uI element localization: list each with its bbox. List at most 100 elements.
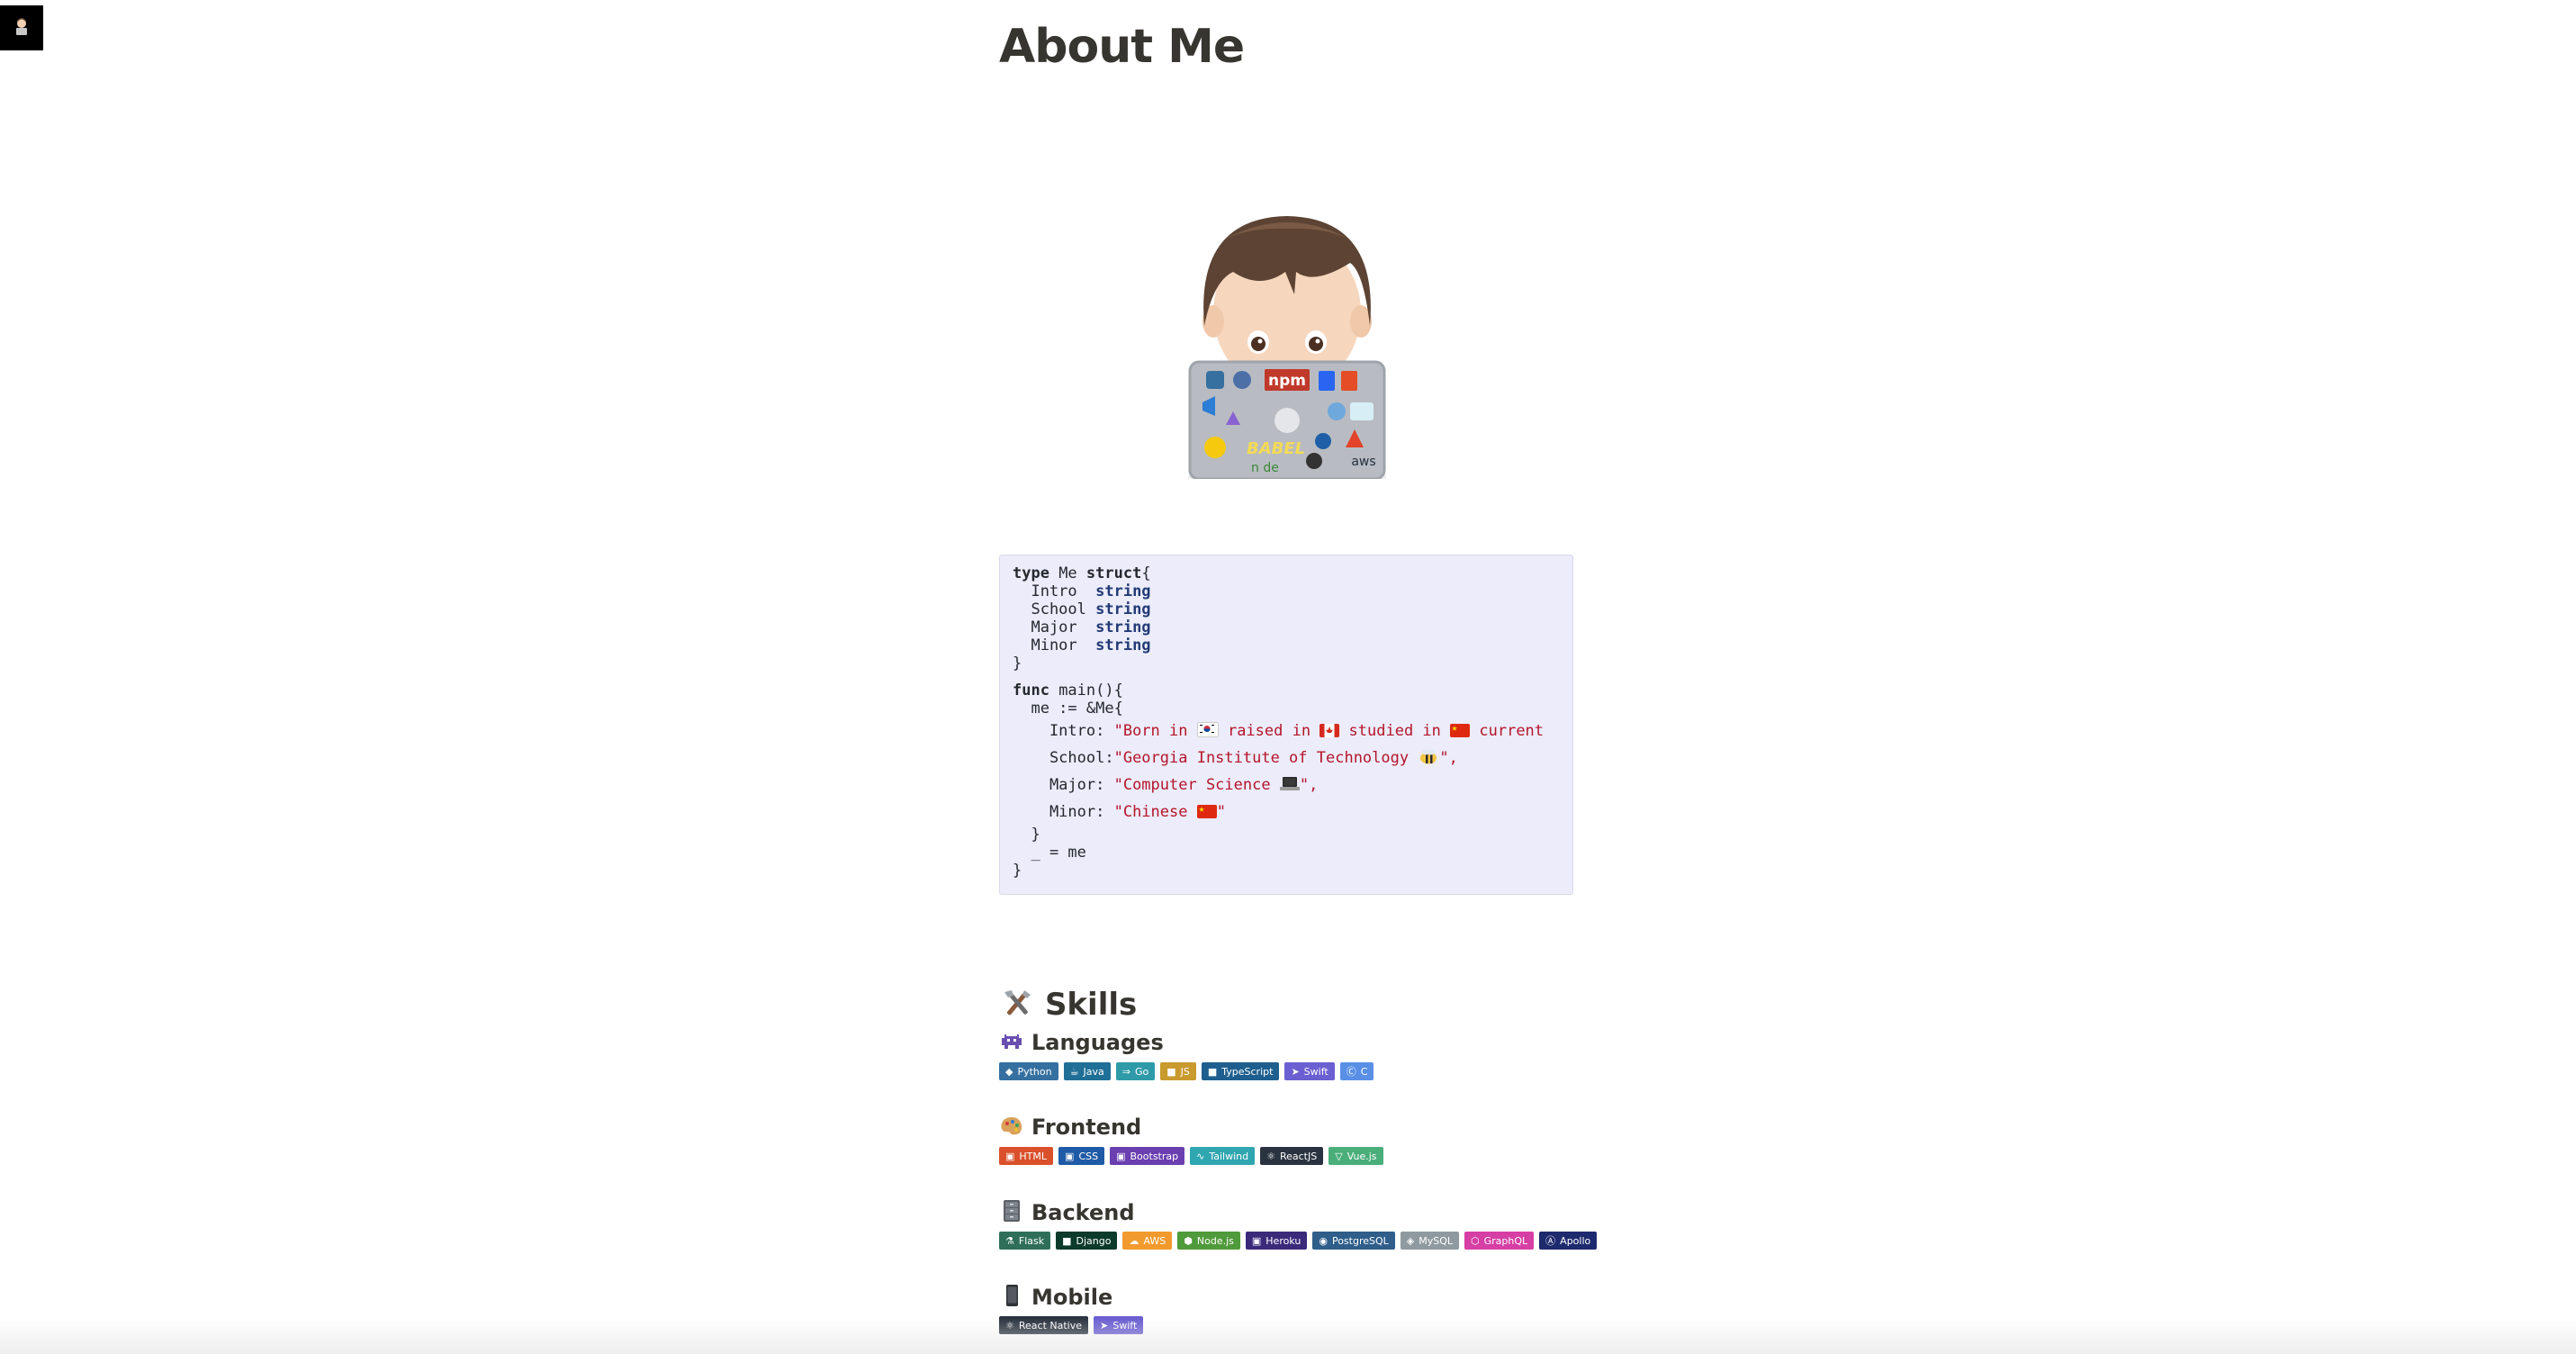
code-line: _ = me xyxy=(1013,844,1086,862)
skill-badge-label: Bootstrap xyxy=(1130,1150,1179,1162)
memoji-laptop-icon: npm BABEL n de aws xyxy=(1179,209,1395,481)
code-line: Intro: "Born in raised in studied in cur… xyxy=(1013,722,1545,740)
frontend-heading: Frontend xyxy=(999,1115,1141,1140)
flask-icon: ⚗ xyxy=(1005,1234,1014,1247)
html5-icon: ▣ xyxy=(1005,1150,1015,1162)
skills-heading: Skills xyxy=(999,987,1137,1023)
css3-icon: ▣ xyxy=(1065,1150,1075,1162)
languages-heading: Languages xyxy=(999,1030,1164,1055)
code-line: func main(){ xyxy=(1013,682,1123,700)
skill-badge-django: ■ Django xyxy=(1056,1232,1118,1250)
vue-icon: ▽ xyxy=(1335,1150,1343,1162)
skill-badge-label: CSS xyxy=(1078,1150,1099,1162)
code-line: me := &Me{ xyxy=(1013,700,1123,718)
languages-badges: ◆ Python ☕ Java ⇒ Go ■ JS ■ TypeScript ➤ Swift Ⓒ C xyxy=(999,1062,1374,1080)
page-icon-button[interactable] xyxy=(0,5,43,50)
mobile-heading: Mobile xyxy=(999,1284,1112,1310)
code-line: } xyxy=(1013,654,1022,672)
skill-badge-label: HTML xyxy=(1019,1150,1048,1162)
typescript-icon: ■ xyxy=(1207,1065,1218,1078)
node-icon: ⬢ xyxy=(1184,1234,1193,1247)
skill-badge-typescript: ■ TypeScript xyxy=(1201,1062,1280,1080)
skill-badge-label: ReactJS xyxy=(1279,1150,1318,1162)
skill-badge-aws: ☁ AWS xyxy=(1122,1232,1173,1250)
skill-badge-flask: ⚗ Flask xyxy=(999,1232,1051,1250)
code-line: School:"Georgia Institute of Technology … xyxy=(1013,745,1572,772)
skill-badge-css: ▣ CSS xyxy=(1058,1147,1105,1165)
skill-badge-label: Node.js xyxy=(1196,1234,1234,1247)
skill-badge-postgresql: ◉ PostgreSQL xyxy=(1312,1232,1395,1250)
skill-badge-label: Python xyxy=(1017,1065,1052,1078)
skill-badge-label: AWS xyxy=(1143,1234,1166,1247)
django-icon: ■ xyxy=(1062,1234,1072,1247)
alien-monster-icon xyxy=(999,1030,1024,1055)
code-line: type Me struct{ xyxy=(1013,564,1151,582)
backend-heading: Backend xyxy=(999,1199,1135,1225)
code-block[interactable]: type Me struct{ Intro string School stri… xyxy=(999,555,1573,895)
skill-badge-tailwind: ∿ Tailwind xyxy=(1190,1147,1256,1165)
frontend-badges: ▣ HTML ▣ CSS ▣ Bootstrap ∿ Tailwind ⚛ ReactJS ▽ Vue… xyxy=(999,1147,1383,1165)
swift-icon: ➤ xyxy=(1291,1065,1300,1078)
skill-badge-graphql: ⬡ GraphQL xyxy=(1464,1232,1535,1250)
skill-badge-c: Ⓒ C xyxy=(1339,1062,1374,1080)
heroku-icon: ▣ xyxy=(1251,1234,1262,1247)
china-flag-icon xyxy=(1196,805,1217,818)
python-icon: ◆ xyxy=(1005,1065,1013,1078)
skill-badge-go: ⇒ Go xyxy=(1115,1062,1156,1080)
skill-badge-label: C xyxy=(1360,1065,1368,1078)
mysql-icon: ◈ xyxy=(1406,1234,1415,1247)
bottom-fade xyxy=(0,1318,2576,1354)
skill-badge-label: MySQL xyxy=(1419,1234,1454,1247)
go-icon: ⇒ xyxy=(1121,1065,1130,1078)
file-cabinet-icon xyxy=(999,1199,1024,1225)
tailwind-icon: ∿ xyxy=(1196,1150,1205,1162)
skill-badge-label: Apollo xyxy=(1560,1234,1591,1247)
skill-badge-heroku: ▣ Heroku xyxy=(1245,1232,1308,1250)
skill-badge-node-js: ⬢ Node.js xyxy=(1177,1232,1240,1250)
code-line: Intro string xyxy=(1013,582,1151,600)
bootstrap-icon: ▣ xyxy=(1116,1150,1126,1162)
skill-badge-label: PostgreSQL xyxy=(1331,1234,1389,1247)
tools-icon xyxy=(999,987,1034,1023)
laptop-icon xyxy=(1279,774,1300,801)
skill-badge-vue-js: ▽ Vue.js xyxy=(1329,1147,1383,1165)
code-line: } xyxy=(1013,862,1022,880)
java-icon: ☕ xyxy=(1069,1065,1079,1078)
svg-text:aws: aws xyxy=(1351,455,1375,469)
skill-badge-label: GraphQL xyxy=(1483,1234,1528,1247)
skill-badge-label: Go xyxy=(1134,1065,1149,1078)
svg-text:BABEL: BABEL xyxy=(1247,439,1305,458)
aws-icon: ☁ xyxy=(1129,1234,1139,1247)
skill-badge-python: ◆ Python xyxy=(999,1062,1058,1080)
javascript-icon: ■ xyxy=(1166,1065,1176,1078)
avatar-icon xyxy=(12,16,32,41)
skill-badge-swift: ➤Swift xyxy=(1284,1062,1335,1080)
skill-badge-label: Vue.js xyxy=(1347,1150,1377,1162)
code-line: Major string xyxy=(1013,618,1151,636)
skill-badge-label: TypeScript xyxy=(1221,1065,1274,1078)
skill-badge-label: Heroku xyxy=(1265,1234,1302,1247)
mobile-phone-icon xyxy=(999,1284,1024,1310)
code-line: School string xyxy=(1013,600,1151,618)
postgresql-icon: ◉ xyxy=(1319,1234,1328,1247)
skill-badge-label: Flask xyxy=(1018,1234,1045,1247)
korea-flag-icon xyxy=(1196,722,1219,737)
skill-badge-html: ▣ HTML xyxy=(999,1147,1054,1165)
skill-badge-label: Swift xyxy=(1303,1065,1329,1078)
skill-badge-label: Django xyxy=(1076,1234,1112,1247)
skill-badge-reactjs: ⚛ ReactJS xyxy=(1260,1147,1324,1165)
skill-badge-apollo: Ⓐ Apollo xyxy=(1539,1232,1598,1250)
code-line: Major: "Computer Science ", xyxy=(1013,772,1572,799)
skill-badge-label: Java xyxy=(1083,1065,1104,1078)
skill-badge-label: Tailwind xyxy=(1209,1150,1249,1162)
skill-badge-java: ☕ Java xyxy=(1063,1062,1111,1080)
svg-text:npm: npm xyxy=(1268,372,1306,390)
svg-text:n de: n de xyxy=(1251,461,1279,475)
react-icon: ⚛ xyxy=(1266,1150,1275,1162)
c-icon: Ⓒ xyxy=(1346,1065,1356,1078)
palette-icon xyxy=(999,1115,1024,1140)
backend-badges: ⚗ Flask ■ Django ☁ AWS ⬢ Node.js ▣ Heroku ◉ Postgre… xyxy=(999,1232,1598,1250)
skill-badge-mysql: ◈ MySQL xyxy=(1400,1232,1460,1250)
china-flag-icon xyxy=(1450,724,1471,737)
graphql-icon: ⬡ xyxy=(1471,1234,1480,1247)
